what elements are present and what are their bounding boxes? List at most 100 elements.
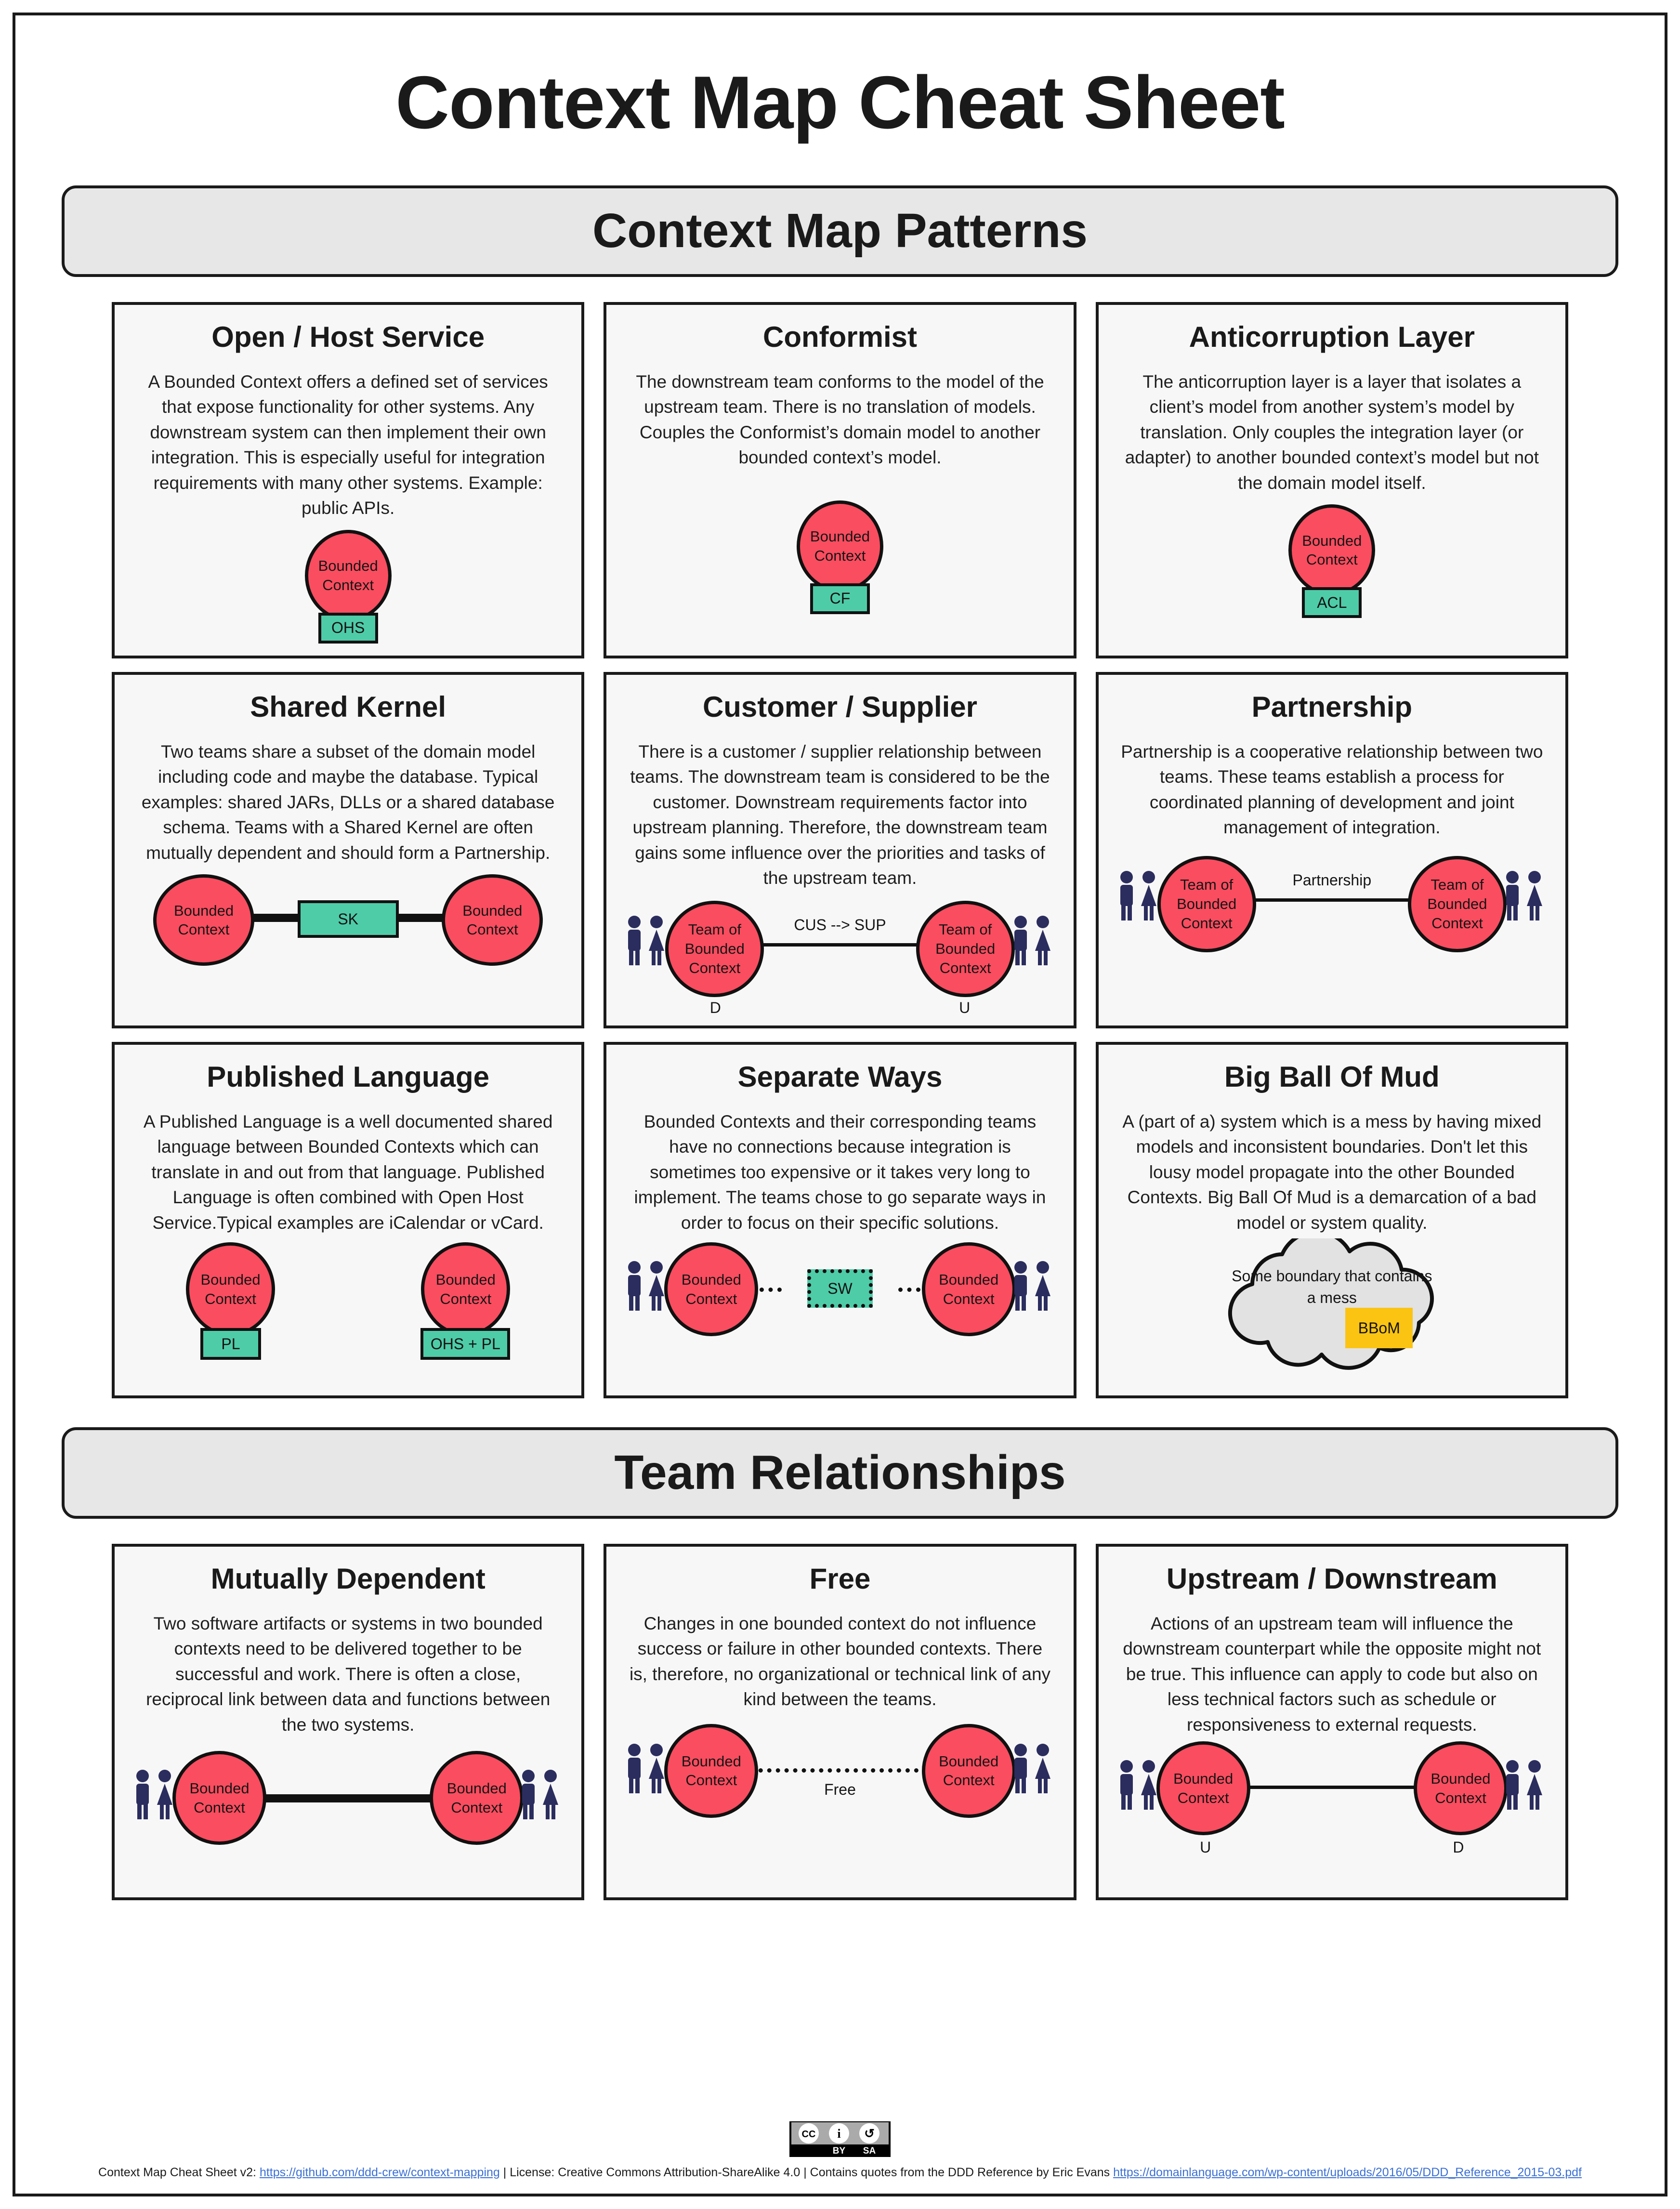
svg-text:BY: BY	[833, 2146, 846, 2156]
card-description: A Bounded Context offers a defined set o…	[148, 371, 548, 518]
diagram-customer-supplier: CUS --> SUP Team of Bounded Context Team o…	[621, 891, 1059, 1026]
card-separate-ways: Separate Ways Bounded Contexts and their…	[604, 1041, 1076, 1398]
card-open-host-service: Open / Host Service A Bounded Context of…	[112, 302, 585, 658]
card-title: Conformist	[763, 320, 917, 353]
card-customer-supplier: Customer / Supplier There is a customer …	[604, 671, 1076, 1028]
card-big-ball-of-mud: Big Ball Of Mud A (part of a) system whi…	[1095, 1041, 1568, 1398]
tag-box-sk: SK	[297, 900, 399, 938]
cheat-sheet-page: Context Map Cheat Sheet Context Map Patt…	[13, 13, 1667, 2196]
footer-middle: | License: Creative Commons Attribution-…	[499, 2165, 1114, 2179]
card-title: Published Language	[207, 1060, 490, 1093]
diagram-free: Free Bounded Context Bounded Context	[621, 1712, 1059, 1897]
team-people-icon-left	[1116, 869, 1162, 924]
card-title: Shared Kernel	[250, 690, 446, 723]
footer-prefix: Context Map Cheat Sheet v2:	[98, 2165, 260, 2179]
role-label-right: U	[959, 999, 971, 1016]
card-title: Mutually Dependent	[210, 1562, 486, 1595]
bounded-context-node: Bounded Context	[796, 500, 883, 592]
diagram-separate-ways: SW Bounded Context Bounded Context	[621, 1236, 1059, 1395]
diagram-open-host-service: Bounded Context OHS	[129, 521, 567, 656]
card-description: Two software artifacts or systems in two…	[146, 1613, 551, 1735]
tag-box-acl: ACL	[1302, 587, 1362, 618]
diagram-published-language: Bounded Context PL Bounded Context OHS + P…	[129, 1236, 567, 1395]
bounded-context-node-right: Bounded Context	[421, 1242, 511, 1337]
bounded-context-node-right: Bounded Context	[921, 1242, 1016, 1337]
team-people-icon-left	[132, 1768, 178, 1823]
card-shared-kernel: Shared Kernel Two teams share a subset o…	[112, 671, 585, 1028]
cloud-label: Some boundary that contains a mess	[1232, 1267, 1432, 1307]
bounded-context-node-left: Bounded Context	[153, 874, 254, 966]
section-banner-patterns: Context Map Patterns	[62, 185, 1618, 277]
card-title: Partnership	[1251, 690, 1413, 723]
team-relationship-grid: Mutually Dependent Two software artifact…	[112, 1543, 1568, 1900]
role-label-left: U	[1200, 1839, 1211, 1856]
card-title: Anticorruption Layer	[1189, 320, 1475, 353]
card-partnership: Partnership Partnership is a cooperative…	[1095, 671, 1568, 1028]
bounded-context-node: Bounded Context	[1288, 504, 1376, 596]
tag-box-pl: PL	[200, 1328, 261, 1360]
bounded-context-node-left: Team of Bounded Context	[1157, 855, 1256, 952]
card-title: Open / Host Service	[211, 320, 485, 353]
card-title: Big Ball Of Mud	[1224, 1060, 1440, 1093]
tag-box-ohs-pl: OHS + PL	[420, 1328, 511, 1360]
team-people-icon-left	[624, 1260, 670, 1314]
card-description: Partnership is a cooperative relationshi…	[1121, 741, 1543, 838]
team-people-icon-left	[624, 914, 670, 969]
ddd-reference-link[interactable]: https://domainlanguage.com/wp-content/up…	[1113, 2166, 1582, 2179]
diagram-shared-kernel: Bounded Context Bounded Context SK	[129, 866, 567, 1025]
repo-link[interactable]: https://github.com/ddd-crew/context-mapp…	[260, 2166, 500, 2179]
bounded-context-node-right: Team of Bounded Context	[916, 900, 1015, 997]
card-conformist: Conformist The downstream team conforms …	[604, 302, 1076, 658]
card-mutually-dependent: Mutually Dependent Two software artifact…	[112, 1543, 585, 1900]
svg-text:↺: ↺	[864, 2126, 875, 2141]
card-anticorruption-layer: Anticorruption Layer The anticorruption …	[1095, 302, 1568, 658]
card-description: There is a customer / supplier relations…	[630, 741, 1050, 888]
bounded-context-node-left: Bounded Context	[1156, 1741, 1250, 1836]
card-description: A (part of a) system which is a mess by …	[1122, 1111, 1542, 1233]
card-title: Free	[809, 1562, 871, 1595]
team-people-icon-right	[1502, 1759, 1548, 1813]
card-description: Bounded Contexts and their corresponding…	[634, 1111, 1046, 1233]
bounded-context-node-right: Bounded Context	[1413, 1741, 1508, 1836]
page-title: Context Map Cheat Sheet	[395, 61, 1285, 144]
section-banner-team-relationships-label: Team Relationships	[614, 1446, 1066, 1500]
card-description: Changes in one bounded context do not in…	[629, 1613, 1051, 1709]
card-description: Two teams share a subset of the domain m…	[141, 741, 555, 863]
diagram-partnership: Partnership Team of Bounded Context Team o…	[1113, 841, 1551, 1026]
card-description: The downstream team conforms to the mode…	[636, 371, 1044, 468]
footer-credits: Context Map Cheat Sheet v2: https://gith…	[15, 2165, 1665, 2181]
bounded-context-node-right: Bounded Context	[430, 1751, 524, 1845]
team-people-icon-right	[518, 1768, 564, 1823]
bounded-context-node-left: Bounded Context	[664, 1723, 759, 1818]
svg-text:CC: CC	[802, 2129, 816, 2140]
role-label-right: D	[1453, 1839, 1464, 1856]
card-title: Upstream / Downstream	[1166, 1562, 1497, 1595]
bounded-context-node-right: Team of Bounded Context	[1407, 855, 1507, 952]
tag-box-sw: SW	[807, 1269, 873, 1308]
pattern-grid: Open / Host Service A Bounded Context of…	[112, 302, 1568, 1398]
bounded-context-node-left: Team of Bounded Context	[665, 900, 764, 997]
mess-boundary-cloud: Some boundary that contains a mess	[1175, 1238, 1488, 1373]
bounded-context-node-left: Bounded Context	[186, 1242, 275, 1337]
card-title: Customer / Supplier	[702, 690, 978, 723]
tag-box-bbom: BBoM	[1345, 1308, 1413, 1349]
link-label: Partnership	[1292, 871, 1372, 889]
team-people-icon-right	[1502, 869, 1548, 924]
role-label-left: D	[709, 999, 721, 1016]
team-people-icon-right	[1010, 914, 1056, 969]
diagram-mutually-dependent: Bounded Context Bounded Context	[129, 1737, 567, 1897]
diagram-big-ball-of-mud: Some boundary that contains a mess BBoM	[1113, 1236, 1551, 1395]
bounded-context-node-right: Bounded Context	[442, 874, 543, 966]
card-description: A Published Language is a well documente…	[143, 1111, 553, 1233]
creative-commons-badge-icon: CC i ↺ BY SA	[789, 2121, 891, 2157]
card-free: Free Changes in one bounded context do n…	[604, 1543, 1076, 1900]
bounded-context-node-left: Bounded Context	[172, 1751, 266, 1845]
section-banner-team-relationships: Team Relationships	[62, 1427, 1618, 1519]
footer: CC i ↺ BY SA Context Map Cheat Sheet v2:…	[15, 2121, 1665, 2181]
svg-text:SA: SA	[863, 2146, 876, 2156]
tag-box-ohs: OHS	[318, 612, 378, 644]
team-people-icon-left	[624, 1742, 670, 1797]
diagram-anticorruption-layer: Bounded Context ACL	[1113, 496, 1551, 655]
diagram-conformist: Bounded Context CF	[621, 471, 1059, 656]
bounded-context-node-left: Bounded Context	[664, 1242, 759, 1337]
